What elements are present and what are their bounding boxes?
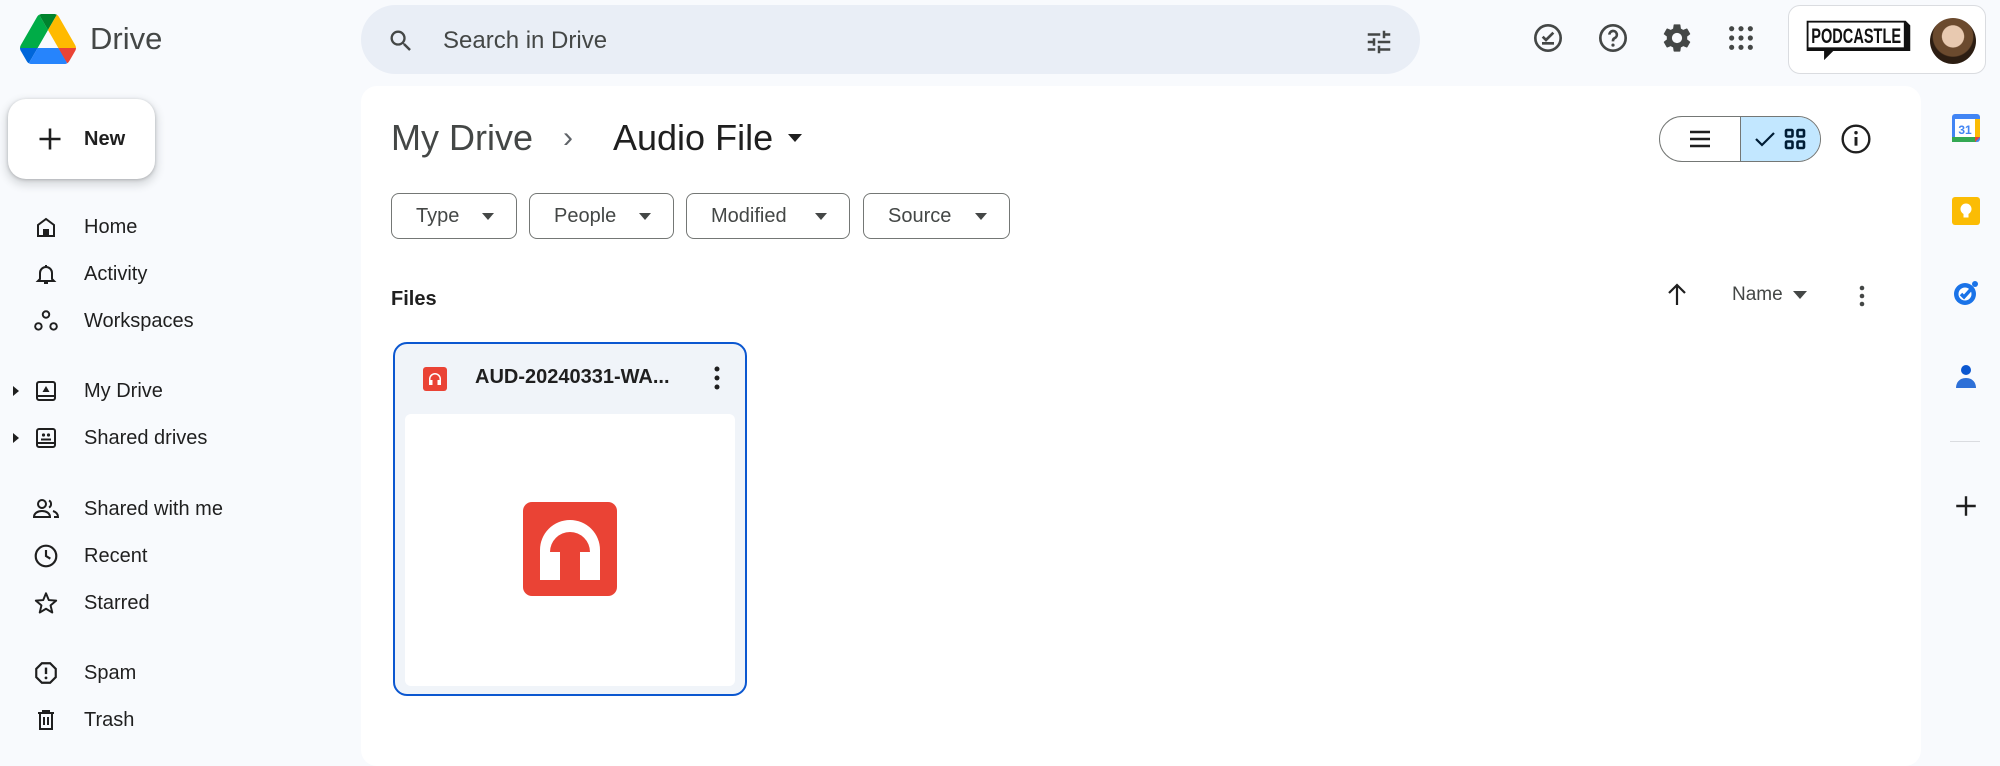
sidebar-item-label: Recent <box>84 544 148 567</box>
dropdown-arrow-icon <box>482 212 494 220</box>
sidebar-item-label: Workspaces <box>84 309 194 332</box>
bell-icon <box>32 260 60 288</box>
file-thumbnail[interactable] <box>405 414 735 686</box>
new-button-label: New <box>84 127 126 150</box>
arrow-up-icon <box>1668 283 1686 305</box>
filter-chip-type[interactable]: Type <box>391 193 517 239</box>
breadcrumb-current-folder[interactable]: Audio File <box>613 117 803 159</box>
sidebar-item-shared-drives[interactable]: Shared drives <box>0 416 340 460</box>
dropdown-arrow-icon <box>975 212 987 220</box>
search-bar[interactable]: Search in Drive <box>361 5 1420 74</box>
sidebar-item-workspaces[interactable]: Workspaces <box>0 299 340 343</box>
dropdown-arrow-icon <box>788 134 803 142</box>
sidebar-item-label: Spam <box>84 661 137 684</box>
breadcrumb-separator: › <box>563 121 573 154</box>
filter-chip-modified[interactable]: Modified <box>686 193 850 239</box>
settings-icon[interactable] <box>1657 18 1697 58</box>
dropdown-arrow-icon <box>1792 291 1807 299</box>
drive-logo[interactable]: Drive <box>20 14 162 64</box>
file-name: AUD-20240331-WA... <box>475 366 670 388</box>
avatar[interactable] <box>1930 18 1976 64</box>
account-switcher[interactable]: PODCASTLE <box>1788 5 1986 74</box>
spam-icon <box>32 659 60 687</box>
sidebar-item-activity[interactable]: Activity <box>0 252 340 296</box>
sort-by-dropdown[interactable]: Name <box>1732 284 1807 306</box>
apps-grid-icon[interactable] <box>1721 18 1761 58</box>
clock-icon <box>32 542 60 570</box>
svg-text:31: 31 <box>1958 123 1972 137</box>
folder-title: Audio File <box>613 117 774 158</box>
sidebar-item-my-drive[interactable]: My Drive <box>0 369 340 413</box>
file-more-options-icon[interactable] <box>707 364 727 392</box>
file-card[interactable]: AUD-20240331-WA... <box>393 342 747 696</box>
sidebar-item-label: Shared with me <box>84 497 223 520</box>
sidebar-item-label: Home <box>84 215 138 238</box>
filter-chip-label: Type <box>416 204 460 227</box>
view-toggle[interactable] <box>1659 116 1821 162</box>
calendar-icon[interactable]: 31 <box>1950 112 1982 144</box>
shared-drives-icon <box>32 424 60 452</box>
podcastle-logo: PODCASTLE <box>1806 20 1911 61</box>
grid-view-button[interactable] <box>1739 117 1820 161</box>
search-options-icon[interactable] <box>1364 27 1394 57</box>
expand-caret-icon[interactable] <box>0 386 24 396</box>
sidebar-item-label: Starred <box>84 591 150 614</box>
add-icon[interactable] <box>1950 490 1982 522</box>
sort-by-label: Name <box>1732 284 1783 305</box>
plus-icon <box>39 128 61 150</box>
app-name: Drive <box>90 21 163 56</box>
people-icon <box>32 495 60 523</box>
drive-logo-icon <box>20 14 76 64</box>
details-info-icon[interactable] <box>1840 123 1872 155</box>
org-logo-text: PODCASTLE <box>1811 25 1901 48</box>
new-button[interactable]: New <box>8 99 155 179</box>
search-input[interactable]: Search in Drive <box>443 27 607 55</box>
keep-icon[interactable] <box>1950 195 1982 227</box>
sort-direction-button[interactable] <box>1665 281 1689 307</box>
headphones-icon <box>523 502 617 596</box>
filter-chip-source[interactable]: Source <box>863 193 1010 239</box>
sidebar-item-shared-with-me[interactable]: Shared with me <box>0 487 340 531</box>
sidebar-item-recent[interactable]: Recent <box>0 534 340 578</box>
trash-icon <box>32 706 60 734</box>
search-icon[interactable] <box>387 27 415 55</box>
my-drive-icon <box>32 377 60 405</box>
expand-caret-icon[interactable] <box>0 433 24 443</box>
sidebar-item-label: My Drive <box>84 379 163 402</box>
breadcrumb-root[interactable]: My Drive <box>391 117 533 159</box>
list-icon <box>1689 130 1710 148</box>
audio-file-icon <box>423 367 447 391</box>
contacts-icon[interactable] <box>1950 360 1982 392</box>
sidebar-item-label: Trash <box>84 708 135 731</box>
filter-chip-label: Modified <box>711 204 787 227</box>
sidebar-item-home[interactable]: Home <box>0 205 340 249</box>
files-section-heading: Files <box>391 288 437 310</box>
dropdown-arrow-icon <box>639 212 651 220</box>
filter-chip-label: People <box>554 204 617 227</box>
more-options-icon[interactable] <box>1852 284 1872 308</box>
check-icon <box>1755 132 1776 147</box>
sidebar-item-spam[interactable]: Spam <box>0 651 340 695</box>
ready-for-offline-icon[interactable] <box>1528 18 1568 58</box>
filter-chip-label: Source <box>888 204 952 227</box>
help-icon[interactable] <box>1593 18 1633 58</box>
star-icon <box>32 589 60 617</box>
sidebar-item-trash[interactable]: Trash <box>0 698 340 742</box>
rail-divider <box>1950 441 1980 442</box>
workspaces-icon <box>32 307 60 335</box>
sidebar-item-label: Activity <box>84 262 148 285</box>
filter-chip-people[interactable]: People <box>529 193 674 239</box>
tasks-icon[interactable] <box>1950 277 1982 309</box>
home-icon <box>32 213 60 241</box>
sidebar-item-label: Shared drives <box>84 426 208 449</box>
grid-icon <box>1784 128 1806 150</box>
list-view-button[interactable] <box>1660 117 1740 161</box>
dropdown-arrow-icon <box>815 212 827 220</box>
sidebar-item-starred[interactable]: Starred <box>0 581 340 625</box>
